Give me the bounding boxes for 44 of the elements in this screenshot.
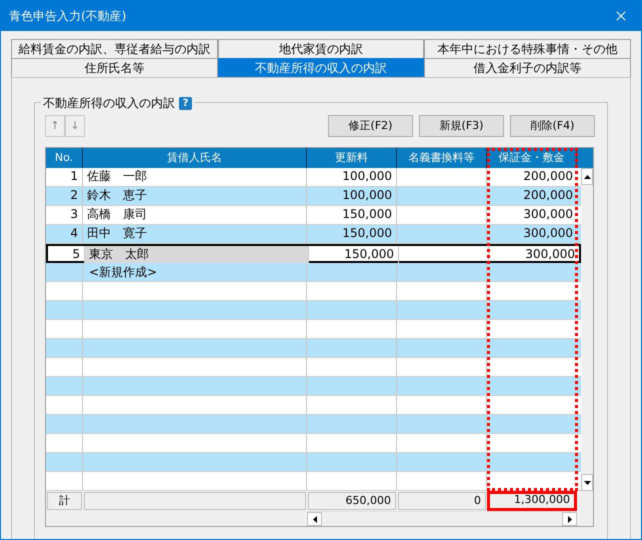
table-cell-text: 200,000 — [522, 168, 574, 185]
table-cell: 東京 太郎 — [85, 246, 309, 263]
table-cell: 100,000 — [307, 168, 397, 186]
table-cell: 佐藤 一郎 — [83, 168, 307, 186]
action-button[interactable]: 削除(F4) — [510, 115, 595, 137]
left-arrow-icon — [312, 516, 316, 522]
group-title: 不動産所得の収入の内訳 — [43, 95, 175, 112]
table-cell: 4 — [46, 225, 83, 243]
tab[interactable]: 地代家賃の内訳 — [218, 39, 424, 58]
total-label: 計 — [47, 492, 82, 510]
table-row[interactable]: 2 鈴木 恵子 100,000 200,000 — [46, 187, 581, 206]
down-arrow-icon — [584, 480, 590, 484]
total-cell: 1,300,000 — [487, 491, 577, 511]
total-cell: 650,000 — [308, 492, 396, 510]
table-row[interactable]: 4 田中 寛子 150,000 300,000 — [46, 225, 581, 244]
tab[interactable]: 借入金利子の内訳等 — [424, 58, 632, 77]
table-row[interactable]: 1 佐藤 一郎 100,000 200,000 — [46, 168, 581, 187]
window-title: 青色申告入力(不動産) — [9, 8, 126, 25]
table-cell: 高橋 康司 — [83, 206, 307, 224]
tab[interactable]: 本年中における特殊事情・その他 — [424, 39, 632, 58]
table-row[interactable]: 3 高橋 康司 150,000 300,000 — [46, 206, 581, 225]
table-cell-text: 200,000 — [522, 187, 574, 204]
right-arrow-icon — [568, 516, 572, 522]
action-button[interactable]: 修正(F2) — [328, 115, 413, 137]
table-cell: 鈴木 恵子 — [83, 187, 307, 205]
table-cell: 田中 寛子 — [83, 225, 307, 243]
vertical-scrollbar[interactable] — [581, 168, 593, 491]
table-cell-text: 300,000 — [522, 225, 574, 242]
action-button[interactable]: 新規(F3) — [419, 115, 504, 137]
table-cell: 150,000 — [307, 206, 397, 224]
table-cell: 150,000 — [307, 225, 397, 243]
tab[interactable]: 不動産所得の収入の内訳 — [218, 58, 424, 77]
table-cell: 2 — [46, 187, 83, 205]
tab[interactable]: 住所氏名等 — [11, 58, 218, 77]
total-cell: 0 — [398, 492, 486, 510]
tab[interactable]: 給料賃金の内訳、専従者給与の内訳 — [11, 39, 218, 58]
table-cell-text: 300,000 — [524, 246, 576, 263]
table-cell: 1 — [46, 168, 83, 186]
help-button[interactable]: ? — [179, 96, 192, 110]
table-cell: 100,000 — [307, 187, 397, 205]
table-cell-text: 300,000 — [522, 206, 574, 223]
table-cell: 3 — [46, 206, 83, 224]
horizontal-scrollbar[interactable] — [307, 511, 577, 526]
up-arrow-icon — [584, 174, 590, 178]
